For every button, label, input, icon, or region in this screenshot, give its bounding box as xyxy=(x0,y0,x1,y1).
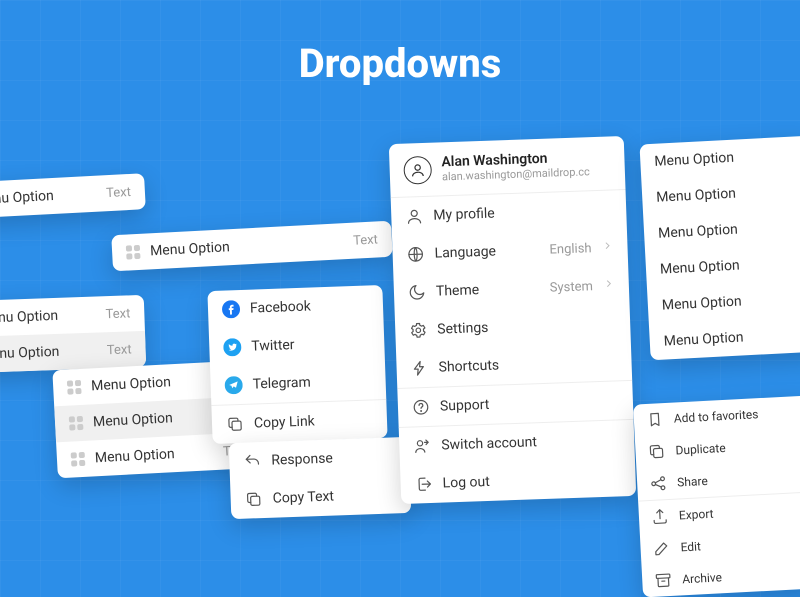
item-label: Duplicate xyxy=(675,441,726,458)
item-label: Shortcuts xyxy=(438,357,499,375)
dropdown-actions: Response Copy Text xyxy=(229,437,412,519)
grid-icon xyxy=(71,452,86,467)
menu-hint: Text xyxy=(106,184,131,200)
item-value: English xyxy=(549,241,592,257)
share-icon xyxy=(649,474,668,493)
profile-header: Alan Washington alan.washington@maildrop… xyxy=(389,136,626,197)
dropdown-simple-1: Menu Option Text xyxy=(0,173,146,219)
copy-icon xyxy=(244,490,263,509)
reply-icon xyxy=(243,452,262,471)
help-icon xyxy=(412,398,431,417)
dropdown-context: Add to favorites Duplicate Share Export … xyxy=(633,396,800,597)
chevron-right-icon xyxy=(601,239,614,255)
menu-hint: Text xyxy=(105,306,130,322)
user-icon xyxy=(405,207,424,226)
action-label: Copy Text xyxy=(272,489,334,507)
switch-account-icon xyxy=(413,437,432,456)
item-label: Archive xyxy=(682,570,722,586)
share-twitter[interactable]: Twitter xyxy=(209,323,385,367)
page-title: Dropdowns xyxy=(299,40,502,87)
chevron-right-icon xyxy=(603,277,616,293)
action-label: Response xyxy=(271,451,333,469)
copy-icon xyxy=(226,415,245,434)
menu-option-label: Menu Option xyxy=(660,258,740,278)
item-label: Add to favorites xyxy=(673,407,758,425)
menu-option-label: Menu Option xyxy=(658,222,738,242)
menu-option-label: Menu Option xyxy=(654,150,734,170)
item-label: Support xyxy=(440,397,490,415)
archive-icon xyxy=(654,571,673,590)
dropdown-plain: Menu Option Menu Option Menu Option Menu… xyxy=(639,136,800,361)
menu-option-label: Menu Option xyxy=(656,186,736,206)
share-label: Copy Link xyxy=(254,413,315,431)
item-label: Language xyxy=(434,244,496,262)
item-label: Export xyxy=(679,507,714,523)
bolt-icon xyxy=(410,359,429,378)
item-label: Theme xyxy=(436,282,480,299)
item-label: Edit xyxy=(680,539,701,554)
menu-hint: Text xyxy=(107,342,132,358)
moon-icon xyxy=(408,283,427,302)
action-response[interactable]: Response xyxy=(229,437,410,481)
share-facebook[interactable]: Facebook xyxy=(207,285,383,329)
item-label: Switch account xyxy=(441,434,537,453)
facebook-icon xyxy=(222,300,241,319)
share-copy-link[interactable]: Copy Link xyxy=(211,400,387,444)
dropdown-wide: Menu Option Text xyxy=(111,221,393,272)
menu-option-label: Menu Option xyxy=(663,329,743,349)
menu-option-item[interactable]: Menu Option Text xyxy=(111,221,393,272)
menu-option-label: Menu Option xyxy=(150,239,230,259)
menu-option-label: Menu Option xyxy=(0,308,58,327)
dropdown-simple-2: Menu Option Text Menu Option Text xyxy=(0,295,146,373)
gear-icon xyxy=(409,321,428,340)
dropdown-share: Facebook Twitter Telegram Copy Link xyxy=(207,285,387,444)
dropdown-profile: Alan Washington alan.washington@maildrop… xyxy=(389,136,636,504)
share-telegram[interactable]: Telegram xyxy=(210,361,386,405)
avatar-icon xyxy=(403,155,432,184)
menu-option-label: Menu Option xyxy=(0,344,60,363)
menu-option-label: Menu Option xyxy=(662,293,742,313)
menu-option-label: Menu Option xyxy=(0,188,54,208)
duplicate-icon xyxy=(647,442,666,461)
item-value: System xyxy=(549,279,593,295)
menu-option-item[interactable]: Menu Option Text xyxy=(0,173,146,219)
export-icon xyxy=(650,507,669,526)
profile-log-out[interactable]: Log out xyxy=(400,458,636,504)
action-copy-text[interactable]: Copy Text xyxy=(230,475,411,519)
item-label: Log out xyxy=(442,474,490,492)
bookmark-icon xyxy=(645,410,664,429)
menu-option-label: Menu Option xyxy=(95,446,175,466)
edit-icon xyxy=(652,539,671,558)
menu-option-item[interactable]: Menu Option xyxy=(649,315,800,360)
item-label: Settings xyxy=(437,320,489,338)
grid-icon xyxy=(69,416,84,431)
share-label: Facebook xyxy=(250,299,311,317)
grid-icon xyxy=(126,245,141,260)
item-label: My profile xyxy=(433,206,495,224)
menu-hint: Text xyxy=(353,232,378,248)
item-label: Share xyxy=(677,474,708,490)
menu-option-label: Menu Option xyxy=(93,410,173,430)
grid-icon xyxy=(67,380,82,395)
telegram-icon xyxy=(224,376,243,395)
share-label: Telegram xyxy=(252,375,311,393)
menu-option-label: Menu Option xyxy=(91,374,171,394)
globe-icon xyxy=(406,245,425,264)
share-label: Twitter xyxy=(251,337,295,354)
logout-icon xyxy=(414,475,433,494)
twitter-icon xyxy=(223,338,242,357)
